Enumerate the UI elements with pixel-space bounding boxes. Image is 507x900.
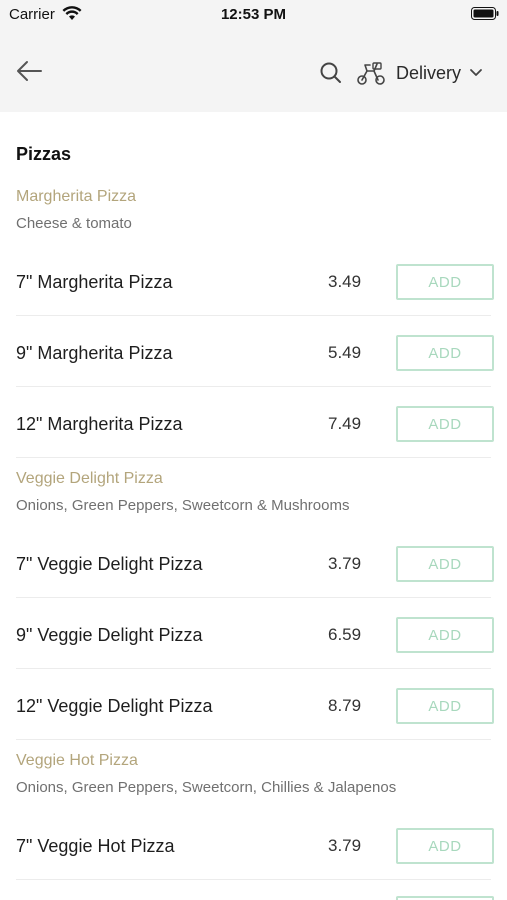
menu-item-row: 7" Veggie Hot Pizza 3.79 ADD [16,811,494,881]
menu-item-row: 9" Margherita Pizza 5.49 ADD [16,318,494,388]
divider [16,457,491,458]
clock: 12:53 PM [220,6,287,23]
item-price: 8.79 [328,696,362,715]
item-price: 6.59 [328,625,362,644]
arrow-left-icon [17,61,42,81]
item-name: 9" Margherita Pizza [16,342,173,363]
search-icon[interactable] [318,60,344,86]
item-name: 7" Margherita Pizza [16,271,173,292]
add-button-partial[interactable] [396,896,494,900]
group-description: Cheese & tomato [16,215,132,232]
item-name: 7" Veggie Hot Pizza [16,835,175,856]
section-title: Pizzas [16,144,72,164]
menu-item-row: 7" Veggie Delight Pizza 3.79 ADD [16,529,494,599]
group-description: Onions, Green Peppers, Sweetcorn, Chilli… [16,779,397,796]
chevron-down-icon [470,69,482,76]
group-description: Onions, Green Peppers, Sweetcorn & Mushr… [16,497,350,514]
item-price: 3.49 [328,272,362,291]
add-button[interactable]: ADD [396,406,494,442]
item-price: 3.79 [328,554,362,573]
delivery-label: Delivery [396,62,462,83]
item-name: 7" Veggie Delight Pizza [16,553,203,574]
add-button[interactable]: ADD [396,335,494,371]
divider [16,739,491,740]
delivery-mode-selector[interactable]: Delivery [356,57,483,89]
status-bar: Carrier 12:53 PM [0,0,507,32]
navigation-bar: Delivery [0,32,507,112]
add-button[interactable]: ADD [396,264,494,300]
menu-item-row: 12" Veggie Delight Pizza 8.79 ADD [16,671,494,741]
battery-icon [471,7,499,20]
item-name: 9" Veggie Delight Pizza [16,624,203,645]
add-button[interactable]: ADD [396,617,494,653]
menu-item-row: 7" Margherita Pizza 3.49 ADD [16,247,494,317]
divider [16,386,491,387]
group-name: Veggie Hot Pizza [16,752,138,769]
scooter-icon [357,62,385,85]
divider [16,315,491,316]
divider [16,597,491,598]
item-price: 5.49 [328,343,362,362]
item-name: 12" Margherita Pizza [16,413,183,434]
divider [16,668,491,669]
item-price: 3.79 [328,836,362,855]
group-name: Veggie Delight Pizza [16,470,163,487]
divider [16,879,491,880]
group-name: Margherita Pizza [16,188,137,205]
item-name: 12" Veggie Delight Pizza [16,695,213,716]
add-button[interactable]: ADD [396,546,494,582]
menu-item-row: 9" Veggie Delight Pizza 6.59 ADD [16,600,494,670]
back-button[interactable] [12,56,46,86]
add-button[interactable]: ADD [396,828,494,864]
add-button[interactable]: ADD [396,688,494,724]
item-price: 7.49 [328,414,362,433]
menu-item-row: 12" Margherita Pizza 7.49 ADD [16,389,494,459]
